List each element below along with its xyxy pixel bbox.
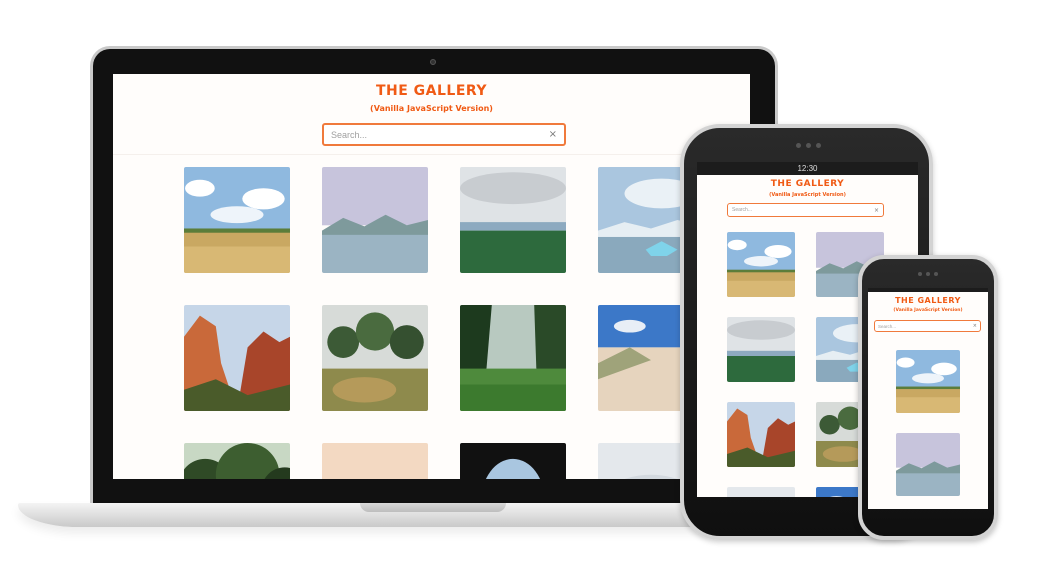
search-box[interactable]: × [874,320,981,332]
header-divider [113,154,750,155]
search-box[interactable]: × [727,203,884,217]
laptop-trackpad-notch [360,503,506,512]
laptop-screen: THE GALLERY (Vanilla JavaScript Version)… [113,74,750,479]
search-input[interactable] [878,321,973,331]
gallery-image-cave[interactable] [460,443,566,479]
tablet-status-bar: 12:30 [697,162,918,175]
search-box[interactable]: × [322,123,566,146]
gallery-image-peach[interactable] [322,443,428,479]
gallery-image-field[interactable] [184,167,290,273]
gallery-image-meadow[interactable] [460,167,566,273]
page-subtitle: (Vanilla JavaScript Version) [370,104,493,113]
gallery-image-garden[interactable] [322,305,428,411]
gallery-image-meadow[interactable] [727,317,795,382]
gallery-image-field[interactable] [727,232,795,297]
clear-search-icon[interactable]: × [973,323,977,329]
laptop-camera-icon [430,59,436,65]
gallery-image-canyon[interactable] [184,305,290,411]
search-input[interactable] [732,204,874,216]
gallery-image-canyon[interactable] [727,402,795,467]
page-title: THE GALLERY [375,83,488,99]
phone-screen: THE GALLERY (Vanilla JavaScript Version)… [868,288,988,509]
gallery-image-valley[interactable] [460,305,566,411]
page-title: THE GALLERY [895,296,961,305]
gallery-image-meadow[interactable] [727,487,795,497]
page-title: THE GALLERY [770,179,845,189]
search-input[interactable] [331,125,549,144]
page-subtitle: (Vanilla JavaScript Version) [893,308,963,313]
gallery-image-field[interactable] [896,350,960,413]
phone-status-bar [868,288,988,292]
clear-search-icon[interactable]: × [549,129,557,140]
page-subtitle: (Vanilla JavaScript Version) [769,192,846,198]
gallery-image-lake[interactable] [896,433,960,496]
gallery-image-forest[interactable] [184,443,290,479]
clear-search-icon[interactable]: × [874,207,879,214]
gallery-image-lake[interactable] [322,167,428,273]
